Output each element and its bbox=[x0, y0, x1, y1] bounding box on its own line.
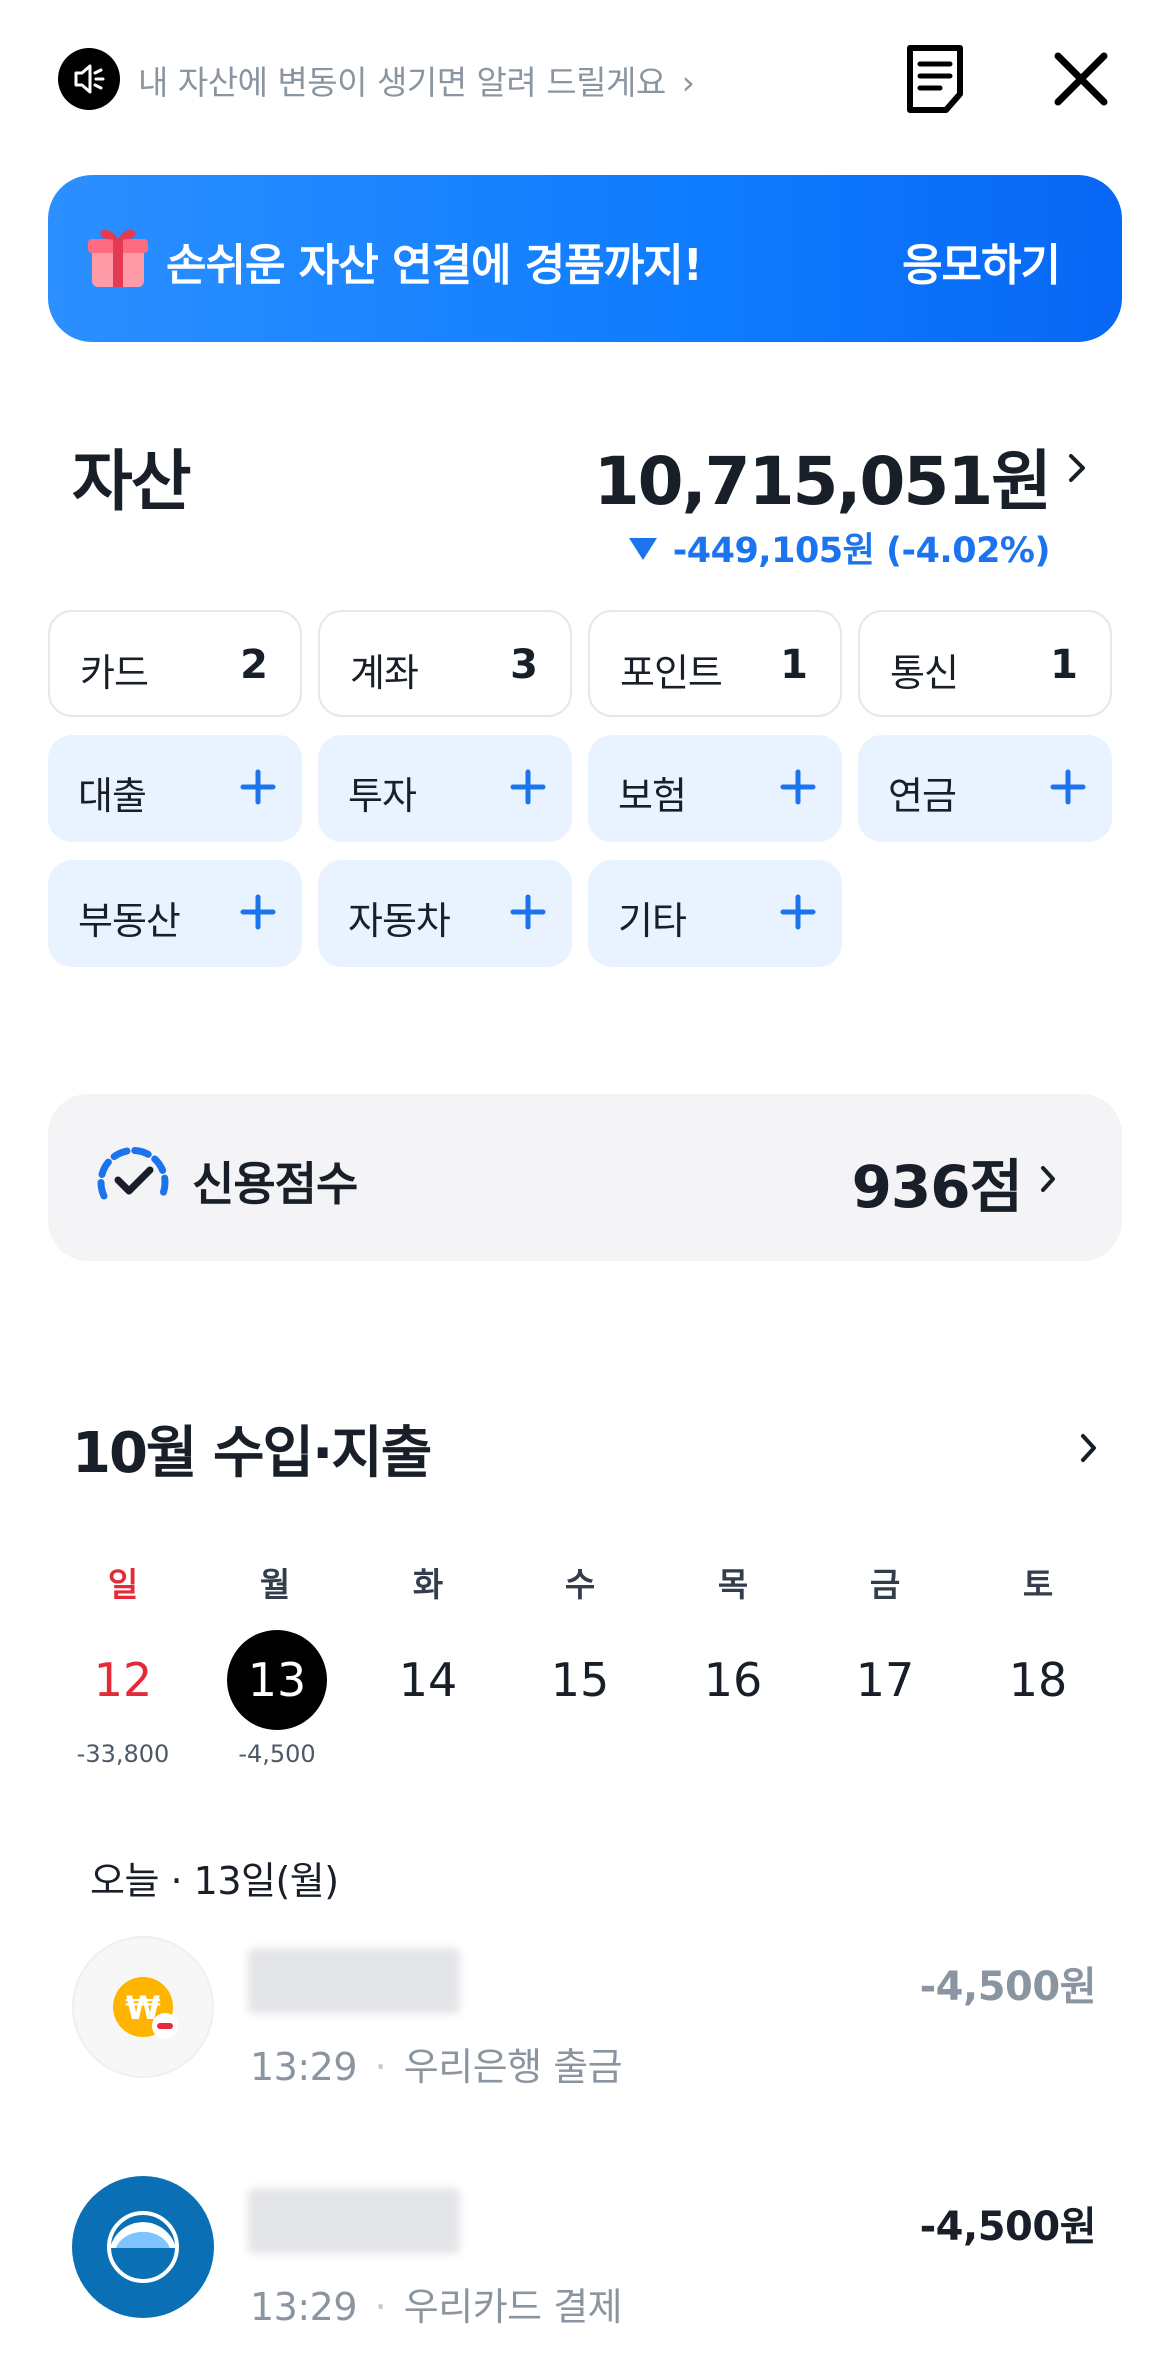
credit-score-card[interactable]: 신용점수 936점 bbox=[48, 1094, 1122, 1261]
chevron-right-icon[interactable] bbox=[1078, 1430, 1100, 1466]
chip-count: 1 bbox=[780, 642, 808, 688]
chip-count: 1 bbox=[1050, 642, 1078, 688]
transaction-meta: 13:29 · 우리은행 출금 bbox=[250, 2045, 623, 2089]
notification-link[interactable]: 내 자산에 변동이 생기면 알려 드릴게요 › bbox=[138, 56, 695, 104]
chip-label: 투자 bbox=[348, 774, 417, 818]
asset-chip-investment[interactable]: 투자 bbox=[318, 735, 572, 842]
apply-button[interactable]: 응모하기 bbox=[902, 229, 1061, 293]
weekday-thu: 목 bbox=[717, 1565, 749, 1604]
asset-total[interactable]: 10,715,051원 bbox=[594, 428, 1052, 524]
asset-chip-loan[interactable]: 대출 bbox=[48, 735, 302, 842]
asset-chip-car[interactable]: 자동차 bbox=[318, 860, 572, 967]
credit-score-label: 신용점수 bbox=[192, 1157, 358, 1211]
weekday-tue: 화 bbox=[412, 1565, 444, 1604]
section-title-assets: 자산 bbox=[72, 443, 191, 520]
transaction-amount: -4,500원 bbox=[919, 1964, 1097, 2010]
transaction-time: 13:29 bbox=[250, 2045, 358, 2089]
asset-chip-point[interactable]: 포인트 1 bbox=[588, 610, 842, 717]
chip-label: 카드 bbox=[80, 651, 149, 695]
chevron-right-icon[interactable] bbox=[1065, 448, 1089, 488]
chip-label: 보험 bbox=[618, 774, 687, 818]
plus-icon bbox=[510, 769, 546, 805]
notification-text: 내 자산에 변동이 생기면 알려 드릴게요 bbox=[138, 63, 666, 102]
weekday-fri: 금 bbox=[869, 1565, 901, 1604]
calendar-day[interactable]: 17 bbox=[835, 1630, 935, 1730]
chevron-right-icon bbox=[1041, 1166, 1055, 1192]
transaction-time: 13:29 bbox=[250, 2285, 358, 2329]
top-bar: 내 자산에 변동이 생기면 알려 드릴게요 › bbox=[0, 0, 1170, 160]
calendar-day[interactable]: 18 bbox=[988, 1630, 1088, 1730]
close-icon[interactable] bbox=[1050, 48, 1112, 110]
weekday-mon: 월 bbox=[259, 1565, 291, 1604]
chip-count: 3 bbox=[510, 642, 538, 688]
chip-label: 대출 bbox=[78, 774, 147, 818]
withdrawal-icon: ₩ bbox=[72, 1936, 214, 2078]
weekday-sun: 일 bbox=[107, 1565, 139, 1604]
plus-icon bbox=[510, 894, 546, 930]
chip-label: 연금 bbox=[888, 774, 957, 818]
asset-chip-real-estate[interactable]: 부동산 bbox=[48, 860, 302, 967]
down-triangle-icon bbox=[628, 538, 657, 560]
asset-chip-other[interactable]: 기타 bbox=[588, 860, 842, 967]
asset-chip-card[interactable]: 카드 2 bbox=[48, 610, 302, 717]
transaction-row[interactable]: ₩ 13:29 · 우리은행 출금 -4,500원 bbox=[0, 1930, 1170, 2110]
today-date-label: 오늘 · 13일(월) bbox=[90, 1859, 339, 1903]
plus-icon bbox=[240, 769, 276, 805]
chip-label: 부동산 bbox=[78, 899, 181, 943]
day-expense: -4,500 bbox=[238, 1740, 316, 1768]
asset-chip-pension[interactable]: 연금 bbox=[858, 735, 1112, 842]
blurred-merchant-name bbox=[248, 1948, 460, 2014]
day-expense: -33,800 bbox=[76, 1740, 170, 1768]
weekday-wed: 수 bbox=[564, 1565, 596, 1604]
credit-gauge-icon bbox=[94, 1144, 172, 1214]
asset-chip-telecom[interactable]: 통신 1 bbox=[858, 610, 1112, 717]
calendar-day-today[interactable]: 13 bbox=[227, 1630, 327, 1730]
asset-chip-account[interactable]: 계좌 3 bbox=[318, 610, 572, 717]
transaction-desc: 우리카드 결제 bbox=[403, 2285, 623, 2329]
chip-label: 통신 bbox=[890, 651, 959, 695]
chip-label: 기타 bbox=[618, 899, 687, 943]
calendar-day[interactable]: 14 bbox=[378, 1630, 478, 1730]
plus-icon bbox=[780, 894, 816, 930]
blurred-merchant-name bbox=[248, 2188, 460, 2254]
chip-label: 포인트 bbox=[620, 651, 723, 695]
asset-change-value: -449,105원 (-4.02%) bbox=[672, 531, 1051, 571]
speaker-icon bbox=[58, 48, 120, 110]
chip-label: 자동차 bbox=[348, 899, 451, 943]
credit-score-value: 936점 bbox=[851, 1153, 1023, 1221]
promo-banner[interactable]: 손쉬운 자산 연결에 경품까지! 응모하기 bbox=[48, 175, 1122, 342]
section-title-income-expense: 10월 수입·지출 bbox=[72, 1421, 432, 1486]
banner-text: 손쉬운 자산 연결에 경품까지! bbox=[166, 240, 703, 291]
transaction-meta: 13:29 · 우리카드 결제 bbox=[250, 2285, 623, 2329]
transaction-desc: 우리은행 출금 bbox=[403, 2045, 623, 2089]
plus-icon bbox=[1050, 769, 1086, 805]
transaction-amount: -4,500원 bbox=[919, 2204, 1097, 2250]
calendar-day[interactable]: 16 bbox=[683, 1630, 783, 1730]
chevron-right-icon: › bbox=[681, 63, 695, 102]
transaction-row[interactable]: 13:29 · 우리카드 결제 -4,500원 bbox=[0, 2170, 1170, 2350]
woori-card-icon bbox=[72, 2176, 214, 2318]
document-icon[interactable] bbox=[902, 42, 968, 116]
plus-icon bbox=[240, 894, 276, 930]
gift-icon bbox=[88, 223, 148, 289]
weekday-sat: 토 bbox=[1022, 1565, 1054, 1604]
calendar-day[interactable]: 12 bbox=[73, 1630, 173, 1730]
chip-count: 2 bbox=[240, 642, 268, 688]
plus-icon bbox=[780, 769, 816, 805]
calendar-day[interactable]: 15 bbox=[530, 1630, 630, 1730]
chip-label: 계좌 bbox=[350, 651, 419, 695]
asset-chip-insurance[interactable]: 보험 bbox=[588, 735, 842, 842]
asset-change: -449,105원 (-4.02%) bbox=[628, 522, 1051, 573]
